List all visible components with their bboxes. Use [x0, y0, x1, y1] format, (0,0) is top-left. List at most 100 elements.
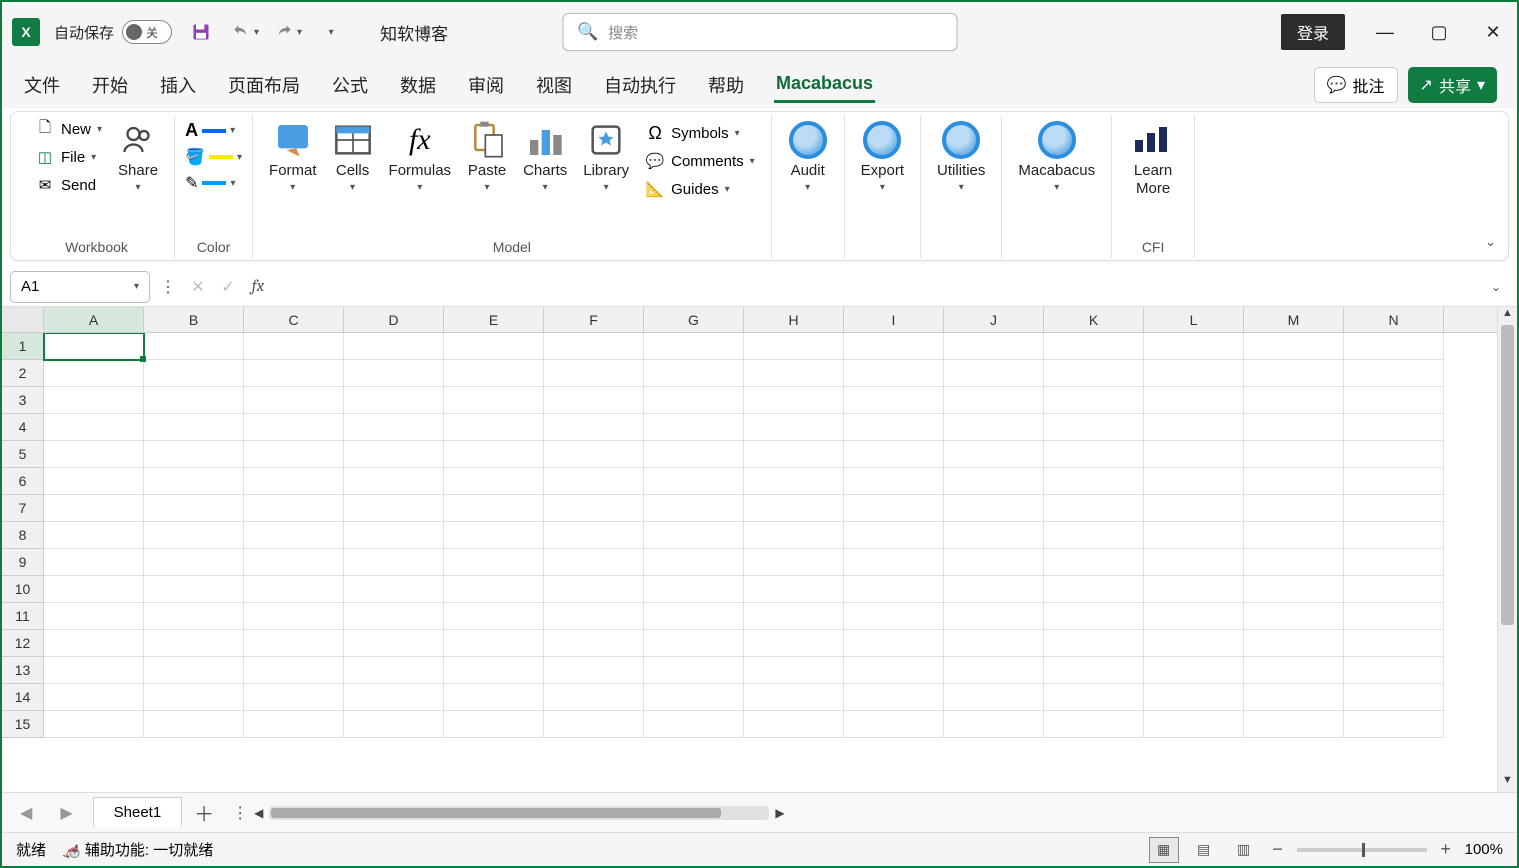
cell[interactable]: [1244, 522, 1344, 549]
cell[interactable]: [1044, 387, 1144, 414]
cell[interactable]: [644, 549, 744, 576]
column-header[interactable]: C: [244, 307, 344, 332]
cell[interactable]: [744, 387, 844, 414]
cell[interactable]: [144, 630, 244, 657]
column-header[interactable]: M: [1244, 307, 1344, 332]
column-header[interactable]: D: [344, 307, 444, 332]
scroll-up-arrow[interactable]: ▲: [1498, 307, 1517, 325]
column-header[interactable]: B: [144, 307, 244, 332]
cell[interactable]: [644, 576, 744, 603]
cell[interactable]: [344, 387, 444, 414]
maximize-button[interactable]: ▢: [1425, 22, 1453, 43]
cell[interactable]: [1244, 603, 1344, 630]
cell[interactable]: [144, 333, 244, 360]
cell[interactable]: [144, 684, 244, 711]
cell[interactable]: [344, 684, 444, 711]
tab-home[interactable]: 开始: [90, 66, 130, 104]
cell[interactable]: [944, 603, 1044, 630]
row-header[interactable]: 14: [2, 684, 44, 711]
cell[interactable]: [744, 549, 844, 576]
cell[interactable]: [544, 576, 644, 603]
close-button[interactable]: ✕: [1479, 22, 1507, 43]
cell[interactable]: [444, 684, 544, 711]
cell[interactable]: [1344, 495, 1444, 522]
cell[interactable]: [544, 603, 644, 630]
export-button[interactable]: Export▾: [855, 116, 910, 197]
cell[interactable]: [44, 711, 144, 738]
cell[interactable]: [1344, 333, 1444, 360]
cell[interactable]: [644, 657, 744, 684]
share-ribbon-button[interactable]: Share ▾: [112, 116, 164, 197]
comments-button[interactable]: 💬 批注: [1314, 67, 1398, 103]
file-button[interactable]: ◫File▾: [29, 144, 108, 170]
login-button[interactable]: 登录: [1281, 14, 1345, 50]
cell[interactable]: [244, 414, 344, 441]
cell[interactable]: [1144, 657, 1244, 684]
cell[interactable]: [1244, 630, 1344, 657]
cell[interactable]: [1044, 441, 1144, 468]
cell[interactable]: [644, 414, 744, 441]
cell[interactable]: [644, 333, 744, 360]
autosave-toggle[interactable]: 自动保存 关: [54, 20, 172, 44]
cell[interactable]: [344, 711, 444, 738]
cell[interactable]: [244, 333, 344, 360]
cell[interactable]: [444, 522, 544, 549]
cell[interactable]: [1044, 333, 1144, 360]
accessibility-status[interactable]: 🦽 辅助功能: 一切就绪: [62, 839, 213, 860]
cell[interactable]: [344, 522, 444, 549]
fill-color-button[interactable]: 🪣▾: [185, 147, 242, 167]
cell[interactable]: [944, 414, 1044, 441]
formula-input[interactable]: [276, 272, 1477, 302]
cell[interactable]: [444, 603, 544, 630]
sheet-tab-active[interactable]: Sheet1: [93, 797, 183, 827]
cell[interactable]: [1144, 711, 1244, 738]
paste-button[interactable]: Paste▾: [461, 116, 513, 197]
scroll-thumb[interactable]: [1501, 325, 1514, 625]
cell[interactable]: [1144, 522, 1244, 549]
add-sheet-button[interactable]: ＋: [194, 798, 214, 827]
cell[interactable]: [1044, 495, 1144, 522]
cell[interactable]: [1344, 684, 1444, 711]
undo-button[interactable]: ▾: [230, 22, 259, 42]
cell[interactable]: [144, 549, 244, 576]
cell[interactable]: [1344, 414, 1444, 441]
qat-customize[interactable]: ▾: [316, 17, 346, 47]
tab-insert[interactable]: 插入: [158, 66, 198, 104]
sheet-options[interactable]: ⋮: [232, 803, 248, 823]
column-header[interactable]: L: [1144, 307, 1244, 332]
row-header[interactable]: 3: [2, 387, 44, 414]
macabacus-button[interactable]: Macabacus▾: [1012, 116, 1101, 197]
cell[interactable]: [744, 657, 844, 684]
cell[interactable]: [344, 576, 444, 603]
zoom-slider[interactable]: [1297, 848, 1427, 852]
hscroll-thumb[interactable]: [271, 808, 721, 818]
cell[interactable]: [844, 711, 944, 738]
cell[interactable]: [444, 441, 544, 468]
cell[interactable]: [244, 360, 344, 387]
cell[interactable]: [44, 333, 144, 360]
cell[interactable]: [444, 360, 544, 387]
cell[interactable]: [144, 387, 244, 414]
cell[interactable]: [1044, 603, 1144, 630]
cell[interactable]: [244, 549, 344, 576]
tab-review[interactable]: 审阅: [466, 66, 506, 104]
row-header[interactable]: 8: [2, 522, 44, 549]
cell[interactable]: [44, 657, 144, 684]
cell[interactable]: [1244, 549, 1344, 576]
cell[interactable]: [44, 495, 144, 522]
cell[interactable]: [1344, 441, 1444, 468]
cell[interactable]: [244, 711, 344, 738]
cell[interactable]: [1144, 468, 1244, 495]
cell[interactable]: [344, 657, 444, 684]
cell[interactable]: [144, 657, 244, 684]
cell[interactable]: [1044, 711, 1144, 738]
cell[interactable]: [744, 603, 844, 630]
row-header[interactable]: 5: [2, 441, 44, 468]
cell[interactable]: [1344, 630, 1444, 657]
cell[interactable]: [144, 711, 244, 738]
cell[interactable]: [44, 441, 144, 468]
cell[interactable]: [1144, 495, 1244, 522]
cell[interactable]: [444, 576, 544, 603]
cell[interactable]: [1344, 576, 1444, 603]
cell[interactable]: [944, 657, 1044, 684]
